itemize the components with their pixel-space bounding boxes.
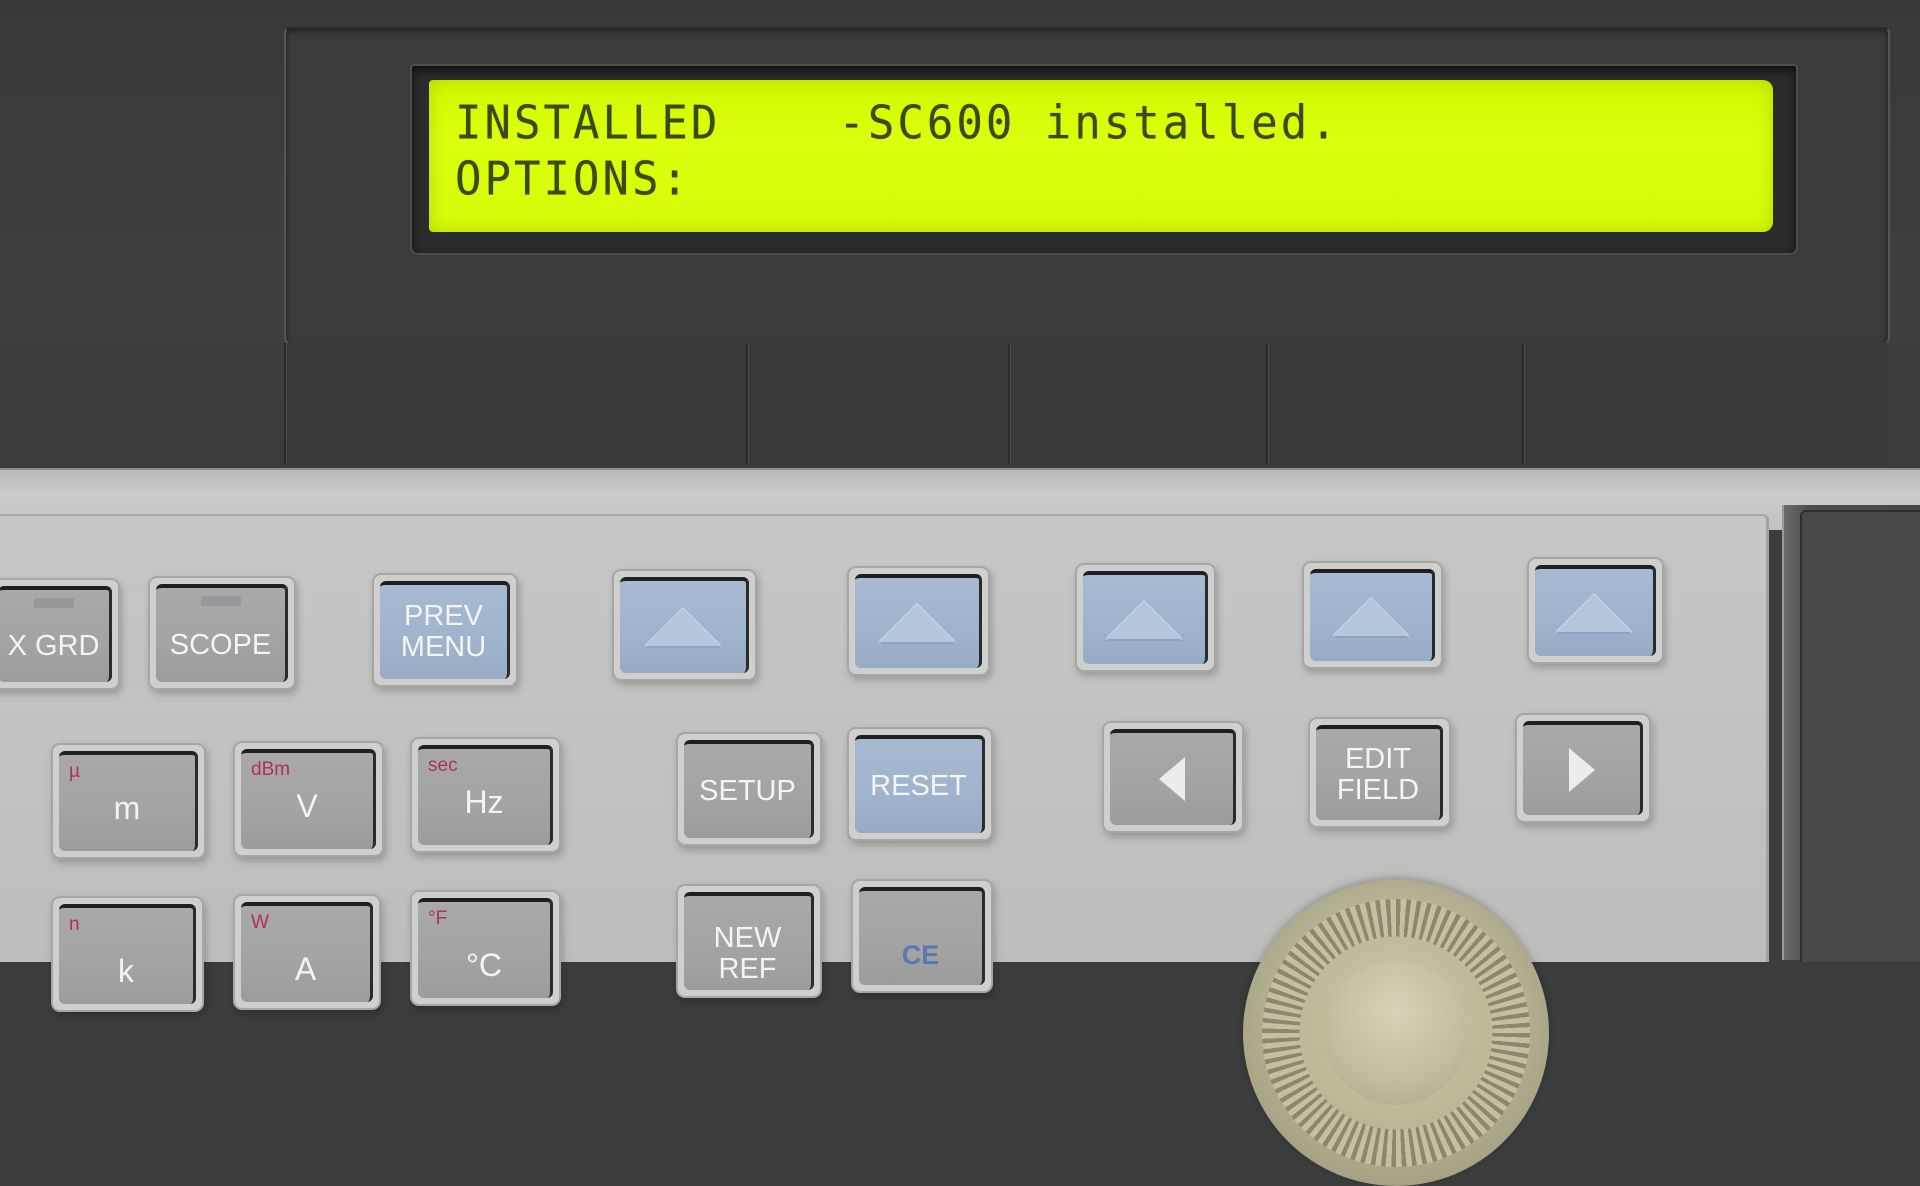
edit-field-label-line2: FIELD <box>1336 773 1420 806</box>
edit-field-button[interactable]: EDIT FIELD <box>1316 725 1443 820</box>
led-indicator-icon <box>200 596 241 606</box>
edit-field-label-line1: EDIT <box>1344 742 1412 775</box>
clear-entry-button[interactable]: CE <box>859 887 985 985</box>
scope-key-bezel: SCOPE <box>148 576 296 690</box>
hertz-label: Hz <box>464 783 504 820</box>
v-key-bezel: dBm V <box>233 741 384 857</box>
celsius-label: °C <box>466 946 502 983</box>
clear-entry-label: CE <box>901 939 940 970</box>
setup-key-bezel: SETUP <box>676 732 822 846</box>
softkey-5-button[interactable] <box>1535 565 1656 656</box>
kilo-button[interactable]: n k <box>59 904 196 1004</box>
softkey-label-area-3 <box>1008 343 1268 465</box>
fahrenheit-shift-label: °F <box>428 908 448 929</box>
up-triangle-icon <box>879 604 955 642</box>
up-triangle-icon <box>1106 600 1182 639</box>
reset-button[interactable]: RESET <box>855 735 985 833</box>
softkey-2-bezel <box>847 566 990 676</box>
x-grd-button[interactable]: X GRD <box>0 586 112 682</box>
prev-menu-key-bezel: PREV MENU <box>372 573 518 687</box>
x-grd-key-bezel: X GRD <box>0 578 120 690</box>
up-triangle-icon <box>1556 593 1632 632</box>
lcd-line-1: INSTALLED -SC600 installed. <box>455 96 1340 151</box>
k-key-bezel: n k <box>51 896 204 1012</box>
lcd-line-2: OPTIONS: <box>455 152 691 207</box>
cursor-right-key-bezel <box>1515 713 1651 823</box>
prev-menu-label-line1: PREV <box>404 600 483 632</box>
scope-button[interactable]: SCOPE <box>156 584 288 682</box>
up-triangle-icon <box>645 608 721 646</box>
softkey-4-button[interactable] <box>1310 569 1435 661</box>
cursor-right-button[interactable] <box>1523 721 1643 815</box>
softkey-4-bezel <box>1302 561 1443 669</box>
kilo-label: k <box>118 952 134 989</box>
softkey-3-bezel <box>1075 563 1216 672</box>
softkey-2-button[interactable] <box>855 574 982 668</box>
cursor-left-button[interactable] <box>1110 729 1236 825</box>
softkey-label-area-1 <box>284 343 748 465</box>
scope-label: SCOPE <box>169 628 272 661</box>
new-ref-button[interactable]: NEW REF <box>684 892 814 990</box>
softkey-3-button[interactable] <box>1083 571 1208 664</box>
dbm-shift-label: dBm <box>251 759 291 780</box>
amps-label: A <box>294 950 317 987</box>
celsius-button[interactable]: °F °C <box>418 898 553 998</box>
setup-label: SETUP <box>699 774 796 807</box>
prev-menu-label-line2: MENU <box>400 631 487 663</box>
hz-key-bezel: sec Hz <box>410 737 561 853</box>
softkey-label-area-2 <box>746 343 1010 465</box>
left-triangle-icon <box>1158 757 1185 801</box>
volts-label: V <box>296 787 318 824</box>
right-triangle-icon <box>1568 748 1595 792</box>
cursor-left-key-bezel <box>1102 721 1244 833</box>
prev-menu-button[interactable]: PREV MENU <box>380 581 510 679</box>
micro-shift-label: µ <box>69 761 80 782</box>
new-ref-key-bezel: NEW REF <box>676 884 822 998</box>
reset-key-bezel: RESET <box>847 727 993 841</box>
led-indicator-icon <box>33 598 74 608</box>
softkey-5-bezel <box>1527 557 1664 664</box>
softkey-1-bezel <box>612 569 757 681</box>
setup-button[interactable]: SETUP <box>684 740 814 838</box>
nano-shift-label: n <box>69 914 80 935</box>
watts-shift-label: W <box>251 912 269 933</box>
new-ref-label-line1: NEW <box>713 922 782 954</box>
m-key-bezel: µ m <box>51 743 206 859</box>
softkey-label-area-5 <box>1522 343 1888 465</box>
x-grd-label: X GRD <box>7 629 100 662</box>
lcd-display: INSTALLED -SC600 installed. OPTIONS: <box>429 80 1773 232</box>
reset-label: RESET <box>870 769 967 802</box>
amps-button[interactable]: W A <box>241 902 373 1002</box>
softkey-1-button[interactable] <box>620 577 749 673</box>
edit-field-key-bezel: EDIT FIELD <box>1308 717 1451 828</box>
hertz-button[interactable]: sec Hz <box>418 745 553 845</box>
knob-cap <box>1324 961 1468 1105</box>
ce-key-bezel: CE <box>851 879 993 993</box>
milli-button[interactable]: µ m <box>59 751 198 851</box>
softkey-label-area-4 <box>1266 343 1524 465</box>
volts-button[interactable]: dBm V <box>241 749 376 849</box>
deg-c-key-bezel: °F °C <box>410 890 561 1006</box>
side-panel-recess <box>1800 510 1920 962</box>
up-triangle-icon <box>1333 598 1409 636</box>
a-key-bezel: W A <box>233 894 381 1010</box>
sec-shift-label: sec <box>428 755 458 776</box>
milli-label: m <box>113 789 141 826</box>
new-ref-label-line2: REF <box>718 953 777 985</box>
